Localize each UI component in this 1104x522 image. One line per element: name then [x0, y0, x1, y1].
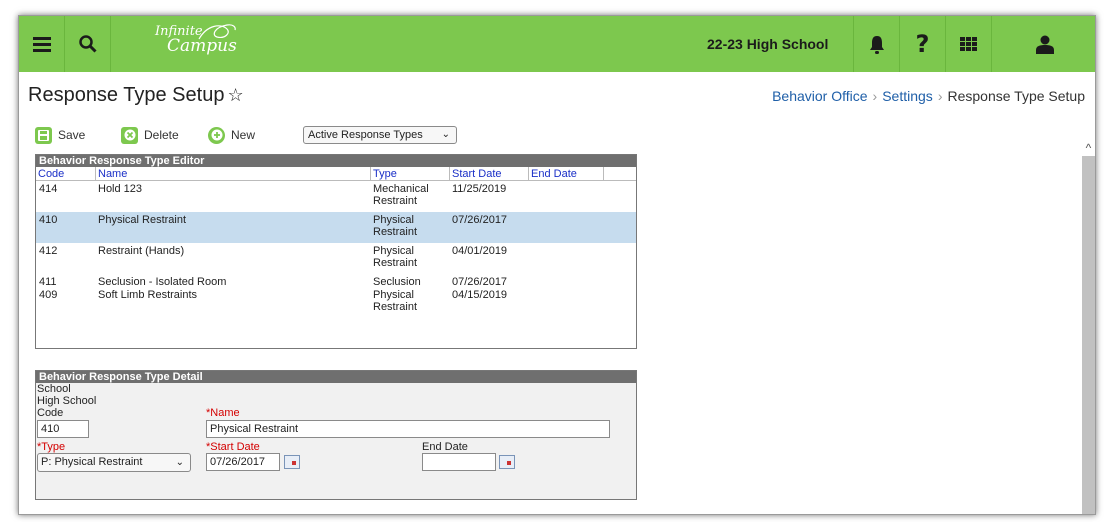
new-label: New — [231, 128, 256, 142]
row-start-date: 11/25/2019 — [452, 183, 507, 195]
column-header-end-date[interactable]: End Date — [529, 167, 604, 181]
start-date-label: *Start Date — [206, 441, 260, 453]
row-type: Mechanical Restraint — [371, 183, 429, 207]
row-type-line1: Physical — [373, 289, 414, 301]
grid-icon — [960, 37, 977, 51]
row-type-line1: Mechanical — [373, 183, 429, 195]
notifications-button[interactable] — [853, 16, 899, 72]
column-header-code[interactable]: Code — [36, 167, 96, 181]
end-date-label: End Date — [422, 441, 468, 453]
row-start-date: 04/01/2019 — [452, 245, 508, 257]
search-icon — [78, 35, 97, 53]
save-button[interactable]: Save — [35, 124, 85, 146]
page-title-text: Response Type Setup — [28, 84, 225, 106]
app-switcher-button[interactable] — [945, 16, 991, 72]
name-field[interactable]: Physical Restraint — [206, 420, 610, 438]
detail-form: School High School Code 410 *Name Physic… — [36, 383, 636, 500]
save-label: Save — [58, 128, 86, 142]
editor-panel-title: Behavior Response Type Editor — [36, 155, 636, 167]
chevron-down-icon: ⌄ — [441, 129, 450, 140]
hamburger-icon — [32, 36, 51, 52]
user-icon — [1035, 35, 1054, 54]
end-date-field[interactable] — [422, 453, 496, 471]
page-title: Response Type Setup ☆ — [28, 84, 244, 107]
row-name: Restraint (Hands) — [98, 245, 185, 257]
app-window: Infinite Campus 22-23 High School ? Resp… — [18, 15, 1096, 515]
school-value: High School — [37, 395, 97, 407]
response-type-editor-panel: Behavior Response Type Editor Code Name … — [35, 154, 637, 349]
row-type-line2: Restraint — [373, 226, 418, 238]
type-label: *Type — [37, 441, 66, 453]
row-name: Physical Restraint — [98, 214, 187, 226]
editor-table-header: Code Name Type Start Date End Date — [36, 167, 636, 181]
scroll-up-icon[interactable]: ^ — [1082, 140, 1095, 156]
chevron-right-icon: › — [937, 88, 943, 104]
breadcrumb-settings[interactable]: Settings — [882, 88, 933, 104]
response-type-filter-select[interactable]: Active Response Types ⌄ — [303, 126, 457, 144]
calendar-icon[interactable] — [284, 455, 300, 469]
start-date-field[interactable]: 07/26/2017 — [206, 453, 280, 471]
breadcrumb: Behavior Office › Settings › Response Type S… — [772, 88, 1085, 104]
school-selector[interactable]: 22-23 High School — [707, 16, 828, 72]
school-label: School — [37, 383, 71, 395]
row-start-date: 07/26/2017 — [452, 214, 508, 226]
row-code: 414 — [39, 183, 58, 195]
table-row[interactable]: 412 Restraint (Hands) Physical Restraint … — [36, 243, 636, 274]
row-type-line2: Restraint — [373, 257, 418, 269]
filter-value: Active Response Types — [308, 129, 423, 141]
breadcrumb-behavior-office[interactable]: Behavior Office — [772, 88, 867, 104]
vertical-scrollbar[interactable] — [1082, 156, 1095, 514]
help-button[interactable]: ? — [899, 16, 945, 72]
row-name: Hold 123 — [98, 183, 143, 195]
delete-label: Delete — [144, 128, 179, 142]
infinite-campus-logo: Infinite Campus — [155, 24, 237, 55]
row-code: 410 — [39, 214, 58, 226]
menu-button[interactable] — [19, 16, 65, 72]
table-row-selected[interactable]: 410 Physical Restraint Physical Restraint… — [36, 212, 636, 243]
name-label: *Name — [206, 407, 240, 419]
row-type: Physical Restraint — [371, 214, 417, 238]
bell-icon — [869, 35, 884, 54]
row-start-date: 04/15/2019 — [452, 289, 508, 301]
row-type-line2: Restraint — [373, 301, 418, 313]
row-code: 409 — [39, 289, 58, 301]
save-icon — [35, 126, 52, 144]
row-name: Soft Limb Restraints — [98, 289, 198, 301]
detail-panel-title: Behavior Response Type Detail — [36, 371, 636, 383]
chevron-right-icon: › — [872, 88, 878, 104]
row-type-line1: Physical — [373, 214, 414, 226]
row-code: 412 — [39, 245, 58, 257]
breadcrumb-current: Response Type Setup — [947, 88, 1085, 104]
type-select[interactable]: P: Physical Restraint ⌄ — [37, 453, 191, 472]
favorite-star-icon[interactable]: ☆ — [227, 85, 243, 105]
column-header-name[interactable]: Name — [96, 167, 371, 181]
table-row[interactable]: 409 Soft Limb Restraints Physical Restrai… — [36, 287, 636, 318]
code-field[interactable]: 410 — [37, 420, 89, 438]
delete-button[interactable]: Delete — [121, 124, 179, 146]
delete-icon — [121, 126, 138, 144]
logo-swoosh-icon — [198, 24, 236, 40]
search-button[interactable] — [65, 16, 111, 72]
plus-icon — [208, 126, 225, 144]
response-type-detail-panel: Behavior Response Type Detail School Hig… — [35, 370, 637, 500]
row-type-line2: Restraint — [373, 195, 418, 207]
top-navigation-bar: Infinite Campus 22-23 High School ? — [19, 16, 1095, 72]
row-type: Physical Restraint — [371, 245, 417, 269]
code-label: Code — [37, 407, 64, 419]
row-type: Physical Restraint — [371, 289, 417, 313]
calendar-icon[interactable] — [499, 455, 515, 469]
table-row[interactable]: 411 Seclusion - Isolated Room Seclusion … — [36, 274, 636, 288]
column-header-start-date[interactable]: Start Date — [450, 167, 529, 181]
row-type-line1: Physical — [373, 245, 414, 257]
question-icon: ? — [915, 30, 930, 58]
user-account-button[interactable] — [991, 16, 1095, 72]
type-select-value: P: Physical Restraint — [41, 456, 143, 468]
column-header-type[interactable]: Type — [371, 167, 450, 181]
new-button[interactable]: New — [208, 124, 255, 146]
chevron-down-icon: ⌄ — [175, 457, 184, 468]
table-row[interactable]: 414 Hold 123 Mechanical Restraint 11/25/2… — [36, 181, 636, 212]
